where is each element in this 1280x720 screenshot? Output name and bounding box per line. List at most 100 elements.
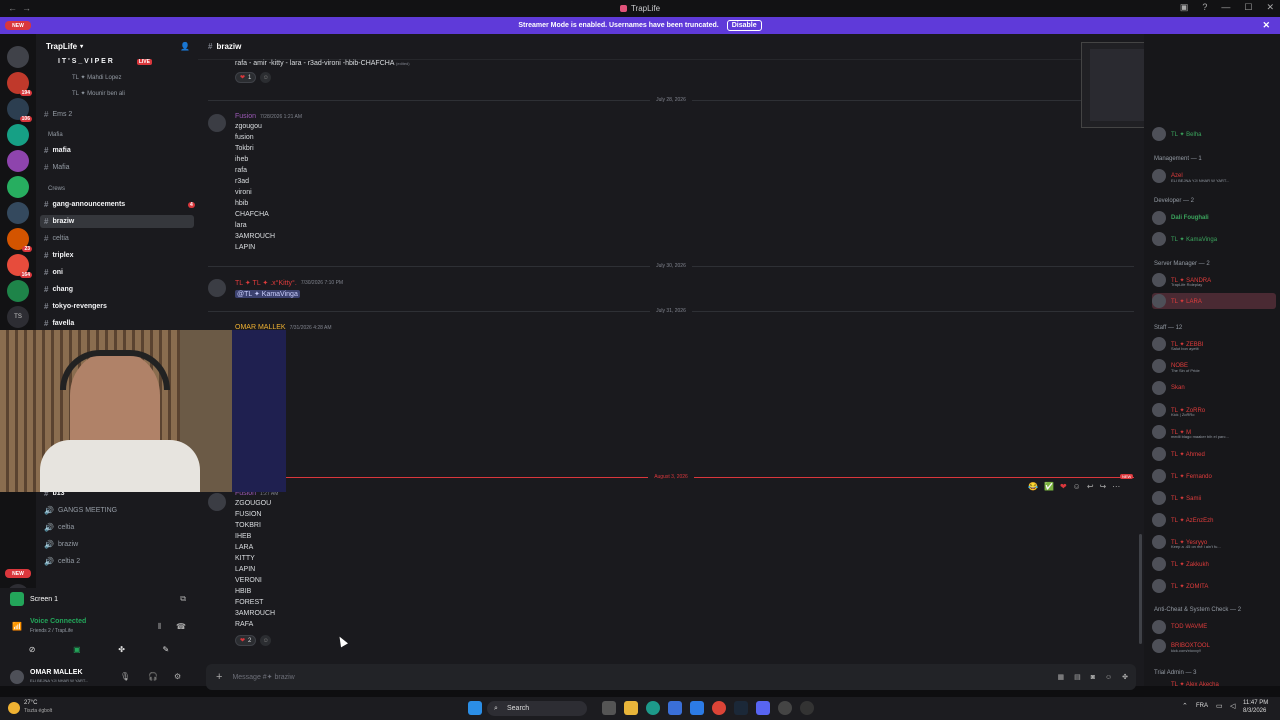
member-item[interactable]: TL ✦ LARA <box>1152 293 1276 309</box>
taskbar-search[interactable]: ⌕ Search <box>487 701 587 716</box>
add-reaction-icon[interactable]: ☺ <box>1073 482 1081 491</box>
screen-share-button[interactable]: ▣ <box>73 645 81 654</box>
avatar[interactable] <box>208 114 226 132</box>
soundboard-icon[interactable]: ✎ <box>162 645 169 654</box>
channel-item[interactable]: # celtia <box>44 234 69 243</box>
member-item[interactable]: TL ✦ Mmedli blago maaker bih el parc... <box>1152 424 1276 440</box>
chrome-icon[interactable] <box>712 701 726 715</box>
voice-channel-item[interactable]: 🔊 celtia <box>44 523 74 532</box>
member-item[interactable]: TL ✦ ZOMITA <box>1152 578 1276 594</box>
server-icon[interactable] <box>7 150 29 172</box>
gift-icon[interactable]: ▦ <box>1057 673 1064 681</box>
edge-icon[interactable] <box>646 701 660 715</box>
member-item[interactable]: TL ✦ Samii <box>1152 490 1276 506</box>
channel-item[interactable]: # tokyo-revengers <box>44 302 107 311</box>
scrollbar[interactable] <box>1139 534 1142 644</box>
popout-icon[interactable]: ⧉ <box>180 594 186 604</box>
maximize-icon[interactable]: ☐ <box>1244 2 1252 13</box>
mic-icon[interactable]: 🎙 <box>120 672 130 681</box>
channel-item[interactable]: # chang <box>44 285 73 294</box>
member-item[interactable]: TOD WAVME <box>1152 619 1276 635</box>
voice-channel-item[interactable]: 🔊 GANGS MEETING <box>44 506 117 515</box>
category-mafia[interactable]: Mafia <box>48 132 63 138</box>
apps-icon[interactable]: ✤ <box>1122 673 1128 681</box>
more-options-icon[interactable]: ⋯ <box>1112 482 1120 491</box>
voice-user[interactable]: TL ✦ Mahdi Lopez <box>72 74 122 81</box>
member-item[interactable]: Dali Foughali <box>1152 210 1276 226</box>
add-attachment-icon[interactable]: + <box>216 671 222 683</box>
disconnect-icon[interactable]: ☎ <box>176 622 186 631</box>
volume-icon[interactable]: ◁ <box>1230 702 1235 710</box>
server-icon[interactable] <box>7 46 29 68</box>
voice-user[interactable]: I T ' S _ V I P E R LIVE <box>58 58 152 65</box>
server-icon[interactable]: 194 <box>7 72 32 96</box>
server-icon[interactable]: 106 <box>7 98 32 122</box>
member-item[interactable]: TL ✦ Ahmed <box>1152 446 1276 462</box>
server-icon[interactable] <box>7 176 29 198</box>
server-icon[interactable]: 164 <box>7 254 32 278</box>
voice-location[interactable]: Friends 2 / TrapLife <box>30 628 73 634</box>
camera-off-icon[interactable]: ⊘ <box>29 645 36 654</box>
language-indicator[interactable]: FRA <box>1196 703 1208 709</box>
member-item[interactable]: NOBE The Sin of Pride <box>1152 358 1276 374</box>
channel-item[interactable]: # favella <box>44 319 74 328</box>
add-reaction-icon[interactable]: ☺ <box>260 72 272 83</box>
member-item[interactable]: Skan <box>1152 380 1276 396</box>
voice-channel-item[interactable]: 🔊 braziw <box>44 540 78 549</box>
member-item[interactable]: TL ✦ Alex Akecha <box>1152 682 1276 688</box>
member-item[interactable]: TL ✦ Yesryyo Keep a .45 on me i ain't fu.… <box>1152 534 1276 550</box>
author-name[interactable]: Fusion <box>235 113 256 120</box>
reply-icon[interactable]: ↩ <box>1087 482 1094 491</box>
heart-reaction[interactable]: ❤ 1 <box>235 72 257 83</box>
member-item[interactable]: TL ✦ KamaVinga <box>1152 231 1276 247</box>
settings-gear-icon[interactable]: ⚙ <box>174 672 181 681</box>
help-icon[interactable]: ? <box>1202 2 1207 13</box>
member-item[interactable]: BRIBOXTOOL kick.com/xtoxxy!! <box>1152 638 1276 654</box>
server-icon[interactable] <box>7 202 29 224</box>
steam-icon[interactable] <box>734 701 748 715</box>
server-icon[interactable]: TS <box>7 306 29 328</box>
gif-icon[interactable]: ▤ <box>1074 673 1081 681</box>
channel-item[interactable]: # triplex <box>44 251 73 260</box>
guild-header[interactable]: TrapLife ▾ 👤 <box>36 34 198 59</box>
inbox-icon[interactable]: ▣ <box>1180 2 1189 13</box>
member-item[interactable]: TL ✦ Fernando <box>1152 468 1276 484</box>
discord-icon[interactable] <box>756 701 770 715</box>
member-item[interactable]: TL ✦ ZEBBI Salut bon ayetit <box>1152 336 1276 352</box>
channel-item-selected[interactable]: # braziw <box>44 217 74 226</box>
heart-reaction-icon[interactable]: ❤ <box>1060 482 1067 491</box>
user-mention[interactable]: @TL ✦ KamaVinga <box>235 290 300 298</box>
file-explorer-icon[interactable] <box>624 701 638 715</box>
check-reaction-icon[interactable]: ✅ <box>1044 482 1054 491</box>
add-member-icon[interactable]: 👤 <box>180 42 190 51</box>
member-item[interactable]: TL ✦ ZoRRo Kick | ZoRRo <box>1152 402 1276 418</box>
weather-temp[interactable]: 27°C <box>24 700 37 706</box>
clock-date[interactable]: 8/3/2026 <box>1243 708 1266 714</box>
voice-channel-item[interactable]: 🔊 celtia 2 <box>44 557 80 566</box>
task-view-icon[interactable] <box>602 701 616 715</box>
member-item[interactable]: TL ✦ Belha <box>1152 126 1276 142</box>
back-arrow-icon[interactable]: ← → <box>8 3 31 13</box>
avatar[interactable] <box>208 279 226 297</box>
noise-suppression-icon[interactable]: ⫴ <box>158 622 161 632</box>
banner-close-icon[interactable]: ✕ <box>1262 20 1270 31</box>
member-item[interactable]: TL ✦ AzEnzEzh <box>1152 512 1276 528</box>
channel-item[interactable]: # oni <box>44 268 63 277</box>
app-icon[interactable] <box>778 701 792 715</box>
obs-icon[interactable] <box>800 701 814 715</box>
channel-item[interactable]: # mafia <box>44 146 71 155</box>
avatar[interactable] <box>10 670 24 684</box>
channel-item[interactable]: # Ems 2 <box>44 110 72 119</box>
store-icon[interactable] <box>668 701 682 715</box>
heart-reaction[interactable]: ❤ 2 <box>235 635 257 646</box>
server-icon[interactable] <box>7 280 29 302</box>
channel-item[interactable]: # gang-announcements 4 <box>44 200 195 209</box>
clock-time[interactable]: 11:47 PM <box>1243 700 1268 706</box>
tray-chevron-icon[interactable]: ⌃ <box>1182 702 1188 710</box>
headset-icon[interactable]: 🎧 <box>148 672 158 681</box>
disable-button[interactable]: Disable <box>726 20 762 31</box>
member-item[interactable]: TL ✦ SANDRA TrapLife Roleplay <box>1152 272 1276 288</box>
category-crews[interactable]: Crews <box>48 186 65 192</box>
sticker-icon[interactable]: ◙ <box>1091 674 1095 681</box>
server-icon[interactable]: 23 <box>7 228 32 252</box>
